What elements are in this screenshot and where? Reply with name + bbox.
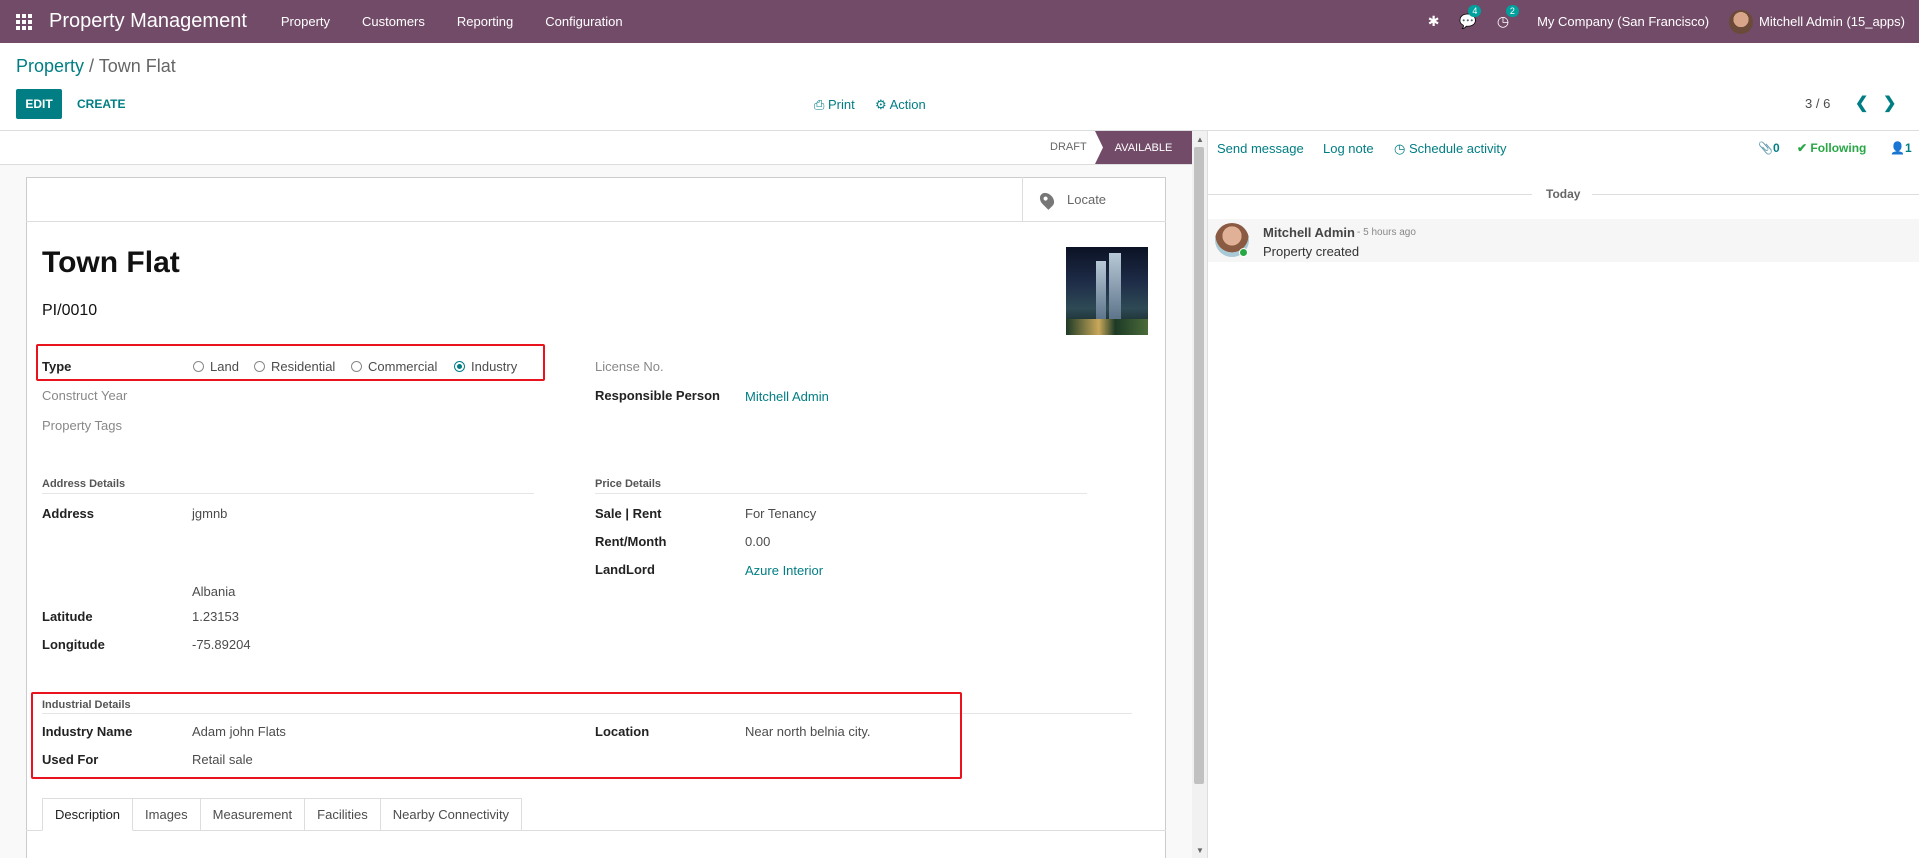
followers-button[interactable]: 👤1 (1890, 141, 1912, 155)
highlight-box-industrial (31, 692, 962, 779)
latitude-value: 1.23153 (192, 609, 239, 624)
apps-menu-icon[interactable] (0, 0, 48, 43)
pager-next-icon[interactable]: ❯ (1883, 93, 1896, 113)
pager-value[interactable]: 3 / 6 (1805, 96, 1830, 111)
license-label: License No. (595, 359, 664, 374)
check-icon: ✔ (1797, 141, 1811, 155)
online-status-icon (1239, 248, 1248, 257)
record-title: Town Flat (42, 246, 180, 279)
create-button[interactable]: CREATE (77, 97, 125, 111)
following-label: Following (1810, 141, 1867, 155)
followers-count: 1 (1904, 141, 1912, 155)
send-message-button[interactable]: Send message (1217, 141, 1304, 156)
user-menu[interactable]: Mitchell Admin (15_apps) (1759, 14, 1905, 29)
responsible-link[interactable]: Mitchell Admin (745, 389, 829, 404)
message-time: - 5 hours ago (1357, 227, 1416, 238)
locate-button[interactable]: Locate (1022, 177, 1166, 222)
menu-property[interactable]: Property (265, 14, 346, 29)
longitude-value: -75.89204 (192, 637, 251, 652)
activities-badge: 2 (1505, 5, 1519, 17)
price-section-line (595, 493, 1087, 494)
attachments-count: 0 (1772, 141, 1780, 155)
clock-icon: ◷ (1394, 141, 1409, 156)
action-label: Action (889, 97, 926, 112)
longitude-label: Longitude (42, 637, 105, 652)
print-button[interactable]: ⎙ Print (814, 97, 855, 113)
tab-description[interactable]: Description (42, 798, 134, 831)
menu-reporting[interactable]: Reporting (441, 14, 529, 29)
price-section-title: Price Details (595, 478, 662, 490)
stage-available[interactable]: AVAILABLE (1095, 131, 1192, 164)
button-box (26, 177, 1166, 222)
map-pin-icon (1037, 189, 1057, 210)
stage-draft[interactable]: DRAFT (1050, 141, 1087, 153)
sale-rent-label: Sale | Rent (595, 506, 662, 521)
breadcrumb: Property / Town Flat (16, 56, 176, 77)
message-author[interactable]: Mitchell Admin (1263, 225, 1355, 240)
pager-previous-icon[interactable]: ❮ (1855, 93, 1868, 113)
status-bar (0, 131, 1192, 165)
chat-icon[interactable]: 💬 4 (1459, 5, 1482, 30)
app-brand[interactable]: Property Management (49, 10, 247, 33)
print-label: Print (828, 97, 855, 112)
menu-configuration[interactable]: Configuration (529, 14, 638, 29)
tab-images[interactable]: Images (133, 798, 201, 831)
schedule-activity-label: Schedule activity (1408, 141, 1507, 156)
action-button[interactable]: ⚙ Action (875, 97, 926, 113)
rent-month-value: 0.00 (745, 534, 771, 549)
scroll-up-icon[interactable]: ▲ (1196, 135, 1204, 144)
scrollbar-thumb[interactable] (1194, 147, 1204, 784)
address-label: Address (42, 506, 95, 521)
messages-badge: 4 (1468, 5, 1482, 17)
property-tags-label: Property Tags (42, 418, 122, 433)
breadcrumb-separator: / (84, 56, 99, 76)
notebook-tabs: Description Images Measurement Facilitie… (42, 798, 523, 831)
user-avatar[interactable] (1729, 9, 1754, 34)
activity-clock-icon[interactable]: ◷ 2 (1497, 5, 1519, 30)
print-icon: ⎙ (814, 97, 829, 112)
address-value: jgmnb (192, 506, 228, 521)
schedule-activity-button[interactable]: ◷ Schedule activity (1394, 141, 1507, 157)
tab-measurement[interactable]: Measurement (200, 798, 306, 831)
message-body: Property created (1263, 244, 1360, 259)
property-image[interactable] (1066, 247, 1148, 335)
scroll-down-icon[interactable]: ▼ (1196, 846, 1204, 855)
menu-customers[interactable]: Customers (346, 14, 441, 29)
person-icon: 👤 (1890, 141, 1905, 155)
log-note-button[interactable]: Log note (1323, 141, 1374, 156)
landlord-link[interactable]: Azure Interior (745, 563, 823, 578)
tab-facilities[interactable]: Facilities (305, 798, 381, 831)
breadcrumb-property-link[interactable]: Property (16, 56, 84, 76)
highlight-box-type (36, 344, 545, 381)
record-reference: PI/0010 (42, 302, 98, 319)
edit-button[interactable]: EDIT (16, 89, 62, 119)
today-label: Today (1546, 187, 1581, 201)
responsible-label: Responsible Person (595, 388, 720, 403)
tab-nearby-connectivity[interactable]: Nearby Connectivity (380, 798, 523, 831)
rent-month-label: Rent/Month (595, 534, 667, 549)
construct-year-label: Construct Year (42, 388, 128, 403)
country-value: Albania (192, 584, 236, 599)
company-switcher[interactable]: My Company (San Francisco) (1537, 14, 1709, 29)
attachments-button[interactable]: 📎0 (1758, 141, 1780, 155)
today-divider-left (1208, 194, 1532, 195)
gear-icon: ⚙ (875, 97, 890, 112)
sale-rent-value: For Tenancy (745, 506, 817, 521)
top-navbar: Property Management Property Customers R… (0, 0, 1919, 43)
latitude-label: Latitude (42, 609, 93, 624)
address-section-line (42, 493, 534, 494)
breadcrumb-current: Town Flat (98, 56, 176, 76)
locate-label: Locate (1067, 192, 1107, 207)
bug-icon[interactable]: ✱ (1428, 13, 1440, 30)
today-divider-right (1592, 194, 1919, 195)
landlord-label: LandLord (595, 562, 655, 577)
address-section-title: Address Details (42, 478, 126, 490)
following-button[interactable]: ✔ Following (1797, 141, 1866, 155)
paperclip-icon: 📎 (1758, 141, 1773, 155)
